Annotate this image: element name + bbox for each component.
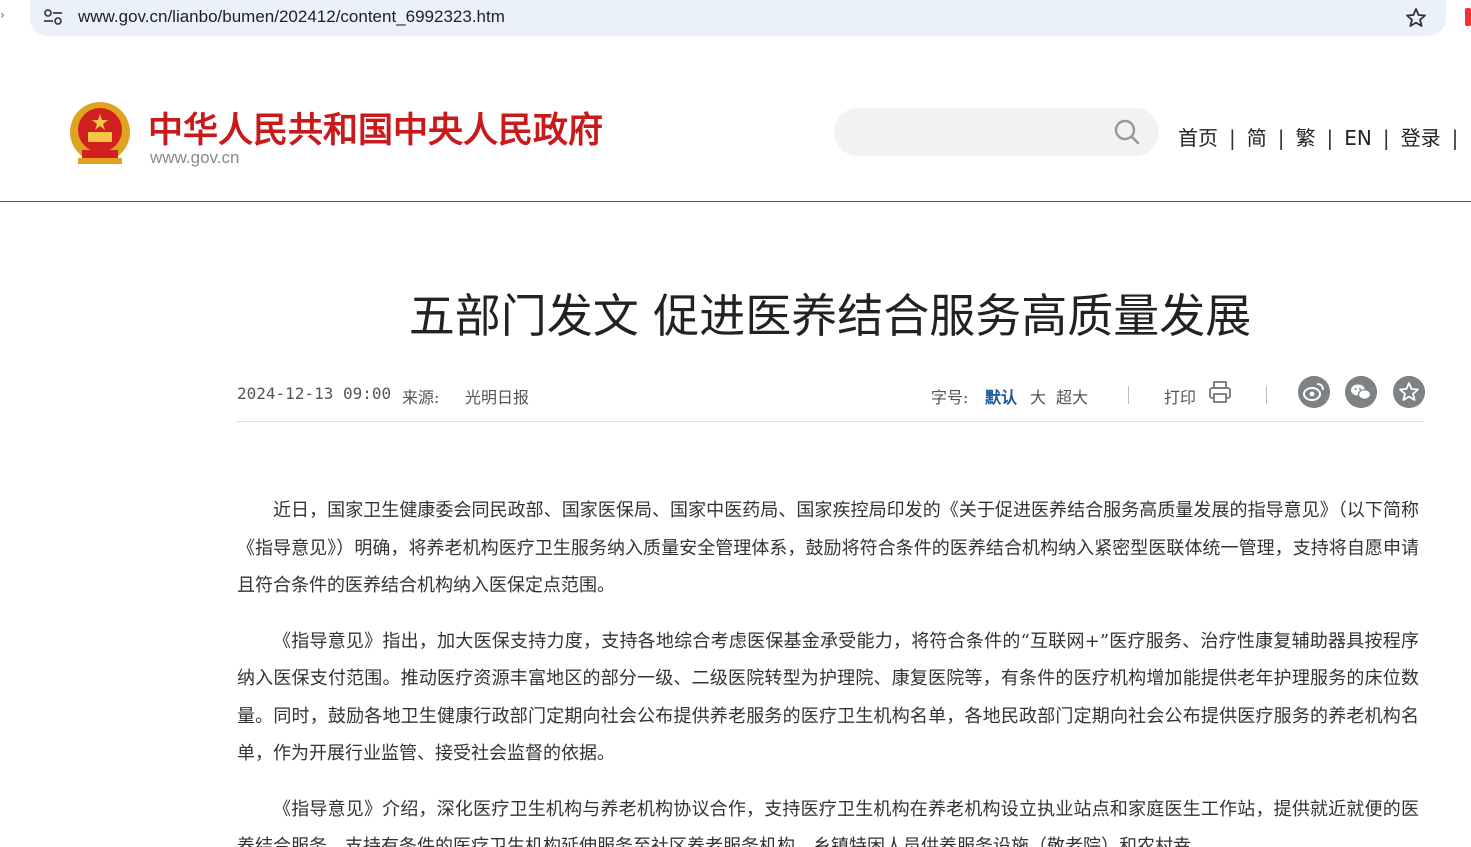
font-size-large-button[interactable]: 大 bbox=[1030, 384, 1046, 408]
printer-icon[interactable] bbox=[1208, 380, 1232, 404]
nav-simplified[interactable]: 简 bbox=[1247, 122, 1267, 151]
search-box bbox=[834, 108, 1159, 156]
print-button[interactable]: 打印 bbox=[1164, 384, 1196, 408]
browser-toolbar: › www.gov.cn/lianbo/bumen/202412/content… bbox=[0, 0, 1471, 38]
national-emblem-icon[interactable] bbox=[68, 100, 132, 168]
nav-separator: | bbox=[1326, 126, 1334, 150]
extension-icon-fragment[interactable] bbox=[1465, 8, 1471, 26]
url-text[interactable]: www.gov.cn/lianbo/bumen/202412/content_6… bbox=[78, 7, 505, 27]
wechat-share-icon[interactable] bbox=[1345, 376, 1377, 408]
article-title: 五部门发文 促进医养结合服务高质量发展 bbox=[408, 289, 1252, 343]
nav-login[interactable]: 登录 bbox=[1401, 122, 1441, 151]
nav-english[interactable]: EN bbox=[1344, 126, 1372, 150]
nav-home[interactable]: 首页 bbox=[1178, 122, 1218, 151]
article-body: 近日，国家卫生健康委会同民政部、国家医保局、国家中医药局、国家疾控局印发的《关于… bbox=[237, 492, 1419, 847]
weibo-share-icon[interactable] bbox=[1298, 376, 1330, 408]
nav-traditional[interactable]: 繁 bbox=[1296, 122, 1316, 151]
font-size-label: 字号: bbox=[931, 388, 969, 407]
site-name[interactable]: 中华人民共和国中央人民政府 bbox=[148, 102, 603, 153]
nav-separator: | bbox=[1229, 126, 1236, 150]
site-info-icon[interactable] bbox=[42, 7, 64, 27]
nav-separator: | bbox=[1451, 126, 1459, 150]
site-header: 中华人民共和国中央人民政府 www.gov.cn 首页|简|繁|EN|登录|邮 bbox=[0, 38, 1471, 202]
meta-divider bbox=[1128, 386, 1129, 404]
article-paragraph: 近日，国家卫生健康委会同民政部、国家医保局、国家中医药局、国家疾控局印发的《关于… bbox=[237, 500, 1419, 596]
search-input[interactable] bbox=[852, 118, 1112, 146]
favorite-star-icon[interactable] bbox=[1393, 376, 1425, 408]
back-icon-fragment[interactable]: › bbox=[0, 8, 10, 26]
publish-date: 2024-12-13 09:00 bbox=[237, 384, 392, 403]
nav-separator: | bbox=[1277, 126, 1285, 150]
bookmark-star-icon[interactable] bbox=[1404, 6, 1428, 30]
article-paragraph: 《指导意见》介绍，深化医疗卫生机构与养老机构协议合作，支持医疗卫生机构在养老机构… bbox=[237, 798, 1419, 847]
article-paragraph: 《指导意见》指出，加大医保支持力度，支持各地综合考虑医保基金承受能力，将符合条件… bbox=[237, 630, 1419, 765]
source-name: 光明日报 bbox=[465, 388, 530, 407]
meta-divider bbox=[1266, 386, 1267, 404]
font-size-xlarge-button[interactable]: 超大 bbox=[1056, 384, 1088, 408]
nav-separator: | bbox=[1382, 126, 1390, 150]
site-domain: www.gov.cn bbox=[150, 148, 240, 167]
address-bar[interactable]: www.gov.cn/lianbo/bumen/202412/content_6… bbox=[30, 0, 1446, 36]
top-nav: 首页|简|繁|EN|登录|邮 bbox=[1178, 122, 1471, 151]
search-icon[interactable] bbox=[1113, 118, 1141, 146]
source-label: 来源: bbox=[402, 388, 440, 407]
article-meta: 2024-12-13 09:00 来源: 光明日报 字号: 默认 大 超大 打印 bbox=[237, 374, 1425, 422]
font-size-default-button[interactable]: 默认 bbox=[985, 384, 1017, 408]
